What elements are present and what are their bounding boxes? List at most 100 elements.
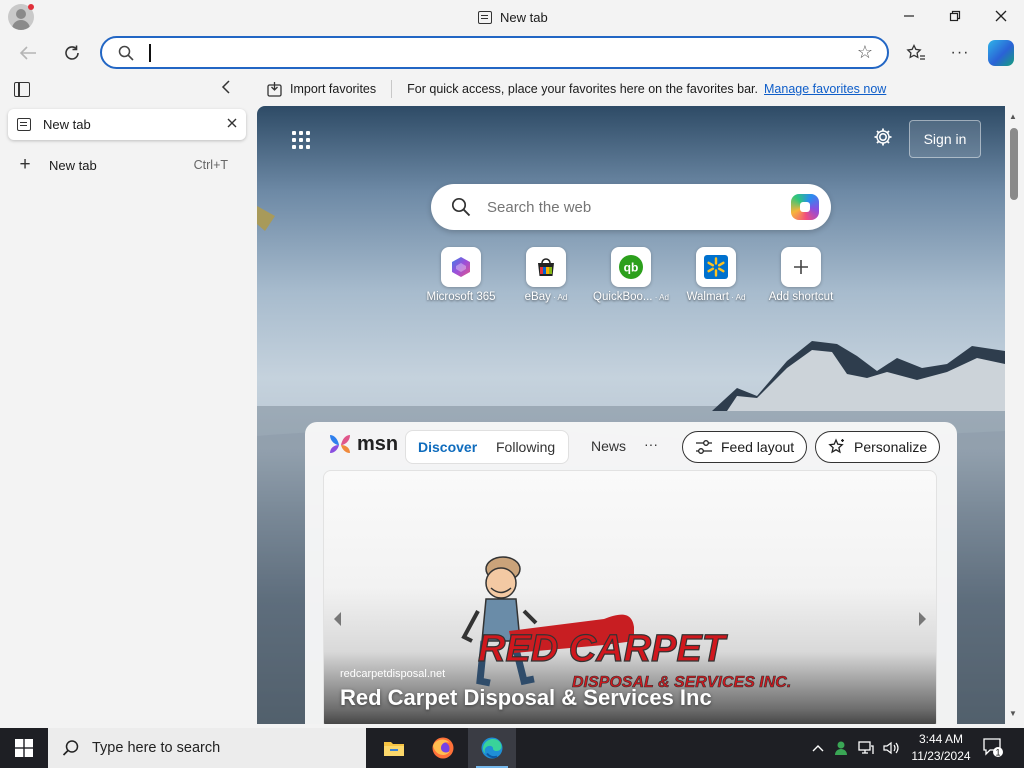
- favorites-bar: Import favorites For quick access, place…: [257, 75, 1024, 103]
- address-input[interactable]: [148, 44, 828, 62]
- tab-discover[interactable]: Discover: [418, 439, 477, 455]
- scrollbar-thumb[interactable]: [1010, 128, 1018, 200]
- import-favorites-button[interactable]: Import favorites: [267, 80, 393, 98]
- network-icon[interactable]: [858, 741, 874, 755]
- svg-text:1: 1: [995, 748, 1000, 758]
- favorites-bar-message: For quick access, place your favorites h…: [407, 82, 759, 96]
- carousel-next-button[interactable]: [912, 611, 932, 635]
- plus-icon: [794, 260, 808, 274]
- shortcut-ebay[interactable]: eBay · Ad: [503, 247, 589, 307]
- network-user-icon[interactable]: [833, 740, 849, 756]
- feed-layout-button[interactable]: Feed layout: [682, 431, 808, 463]
- svg-text:qb: qb: [624, 261, 639, 275]
- close-icon: [227, 118, 237, 128]
- manage-favorites-link[interactable]: Manage favorites now: [764, 82, 886, 96]
- shortcut-label: QuickBoo...: [593, 291, 653, 303]
- msn-logo[interactable]: msn: [327, 432, 398, 456]
- window-title-text: New tab: [500, 9, 548, 25]
- system-tray: [812, 728, 901, 768]
- address-bar[interactable]: ☆: [100, 36, 889, 69]
- caret-left-icon: [334, 612, 341, 626]
- folder-icon: [384, 742, 404, 756]
- tab-page-icon: [17, 118, 31, 131]
- scroll-down-arrow-icon[interactable]: ▼: [1009, 709, 1017, 718]
- scroll-up-arrow-icon[interactable]: ▲: [1009, 112, 1017, 121]
- favorites-star-list-icon: [906, 44, 925, 60]
- restore-button[interactable]: [932, 4, 978, 28]
- favorites-button[interactable]: [901, 38, 931, 68]
- walmart-icon: [704, 255, 728, 279]
- shortcut-label: Microsoft 365: [426, 291, 496, 303]
- taskbar-clock[interactable]: 3:44 AM 11/23/2024: [904, 731, 978, 765]
- shortcut-label: Walmart: [686, 291, 729, 303]
- new-tab-button[interactable]: + New tab Ctrl+T: [8, 150, 246, 180]
- start-button[interactable]: [0, 728, 48, 768]
- msn-butterfly-icon: [330, 435, 350, 453]
- shortcut-label: Add shortcut: [768, 291, 834, 303]
- sign-in-button[interactable]: Sign in: [909, 120, 981, 158]
- refresh-button[interactable]: [57, 38, 87, 68]
- copilot-icon[interactable]: [988, 40, 1014, 66]
- card-title[interactable]: Red Carpet Disposal & Services Inc: [340, 685, 712, 711]
- microsoft365-icon: [452, 257, 470, 277]
- refresh-icon: [65, 45, 79, 60]
- vertical-tab-new-tab[interactable]: New tab: [8, 109, 246, 140]
- msn-feed: msn Discover Following News ··· Feed lay…: [305, 422, 957, 724]
- shortcut-quickbooks[interactable]: qb QuickBoo... · Ad: [588, 247, 674, 307]
- back-arrow-icon: [19, 46, 36, 60]
- chevron-up-icon[interactable]: [812, 744, 824, 752]
- collapse-pane-button[interactable]: [221, 80, 231, 99]
- text-caret: [149, 44, 151, 62]
- clock-date: 11/23/2024: [911, 749, 971, 763]
- restore-icon: [949, 10, 961, 22]
- tab-page-icon: [478, 10, 492, 24]
- edge-icon: [481, 737, 503, 759]
- vertical-tab-label: New tab: [43, 117, 91, 132]
- shortcut-microsoft-365[interactable]: Microsoft 365: [418, 247, 504, 307]
- apps-grid-icon[interactable]: [292, 131, 310, 149]
- shortcut-label: eBay: [524, 291, 551, 303]
- back-button[interactable]: [13, 38, 43, 68]
- search-icon: [451, 197, 471, 217]
- window-title: New tab: [478, 8, 548, 26]
- web-search-box[interactable]: [431, 184, 831, 230]
- tab-actions-menu-icon[interactable]: [14, 82, 30, 97]
- svg-text:RED CARPET: RED CARPET: [478, 628, 728, 670]
- feed-hero-card[interactable]: RED CARPET DISPOSAL & SERVICES INC. redc…: [323, 470, 937, 724]
- gear-icon: [874, 128, 892, 146]
- close-tab-button[interactable]: [227, 115, 237, 132]
- add-shortcut-button[interactable]: Add shortcut: [758, 247, 844, 307]
- new-tab-label: New tab: [49, 157, 97, 173]
- clock-time: 3:44 AM: [918, 732, 964, 746]
- volume-icon[interactable]: [883, 741, 901, 755]
- red-carpet-logo-image: RED CARPET DISPOSAL & SERVICES INC.: [461, 556, 792, 691]
- more-tabs-button[interactable]: ···: [644, 436, 658, 452]
- feed-tab-group: Discover Following: [405, 430, 569, 464]
- carousel-prev-button[interactable]: [328, 611, 348, 635]
- notification-icon: 1: [983, 738, 1003, 758]
- close-icon: [995, 10, 1007, 22]
- new-tab-shortcut: Ctrl+T: [193, 158, 228, 172]
- shortcut-walmart[interactable]: Walmart · Ad: [673, 247, 759, 307]
- taskbar-search-box[interactable]: Type here to search: [48, 728, 366, 768]
- more-dots-icon: ···: [950, 44, 970, 61]
- copilot-search-icon[interactable]: [791, 194, 819, 220]
- taskbar-search-placeholder: Type here to search: [92, 740, 221, 756]
- search-icon: [118, 45, 134, 61]
- minimize-button[interactable]: [886, 4, 932, 28]
- page-scrollbar[interactable]: ▲ ▼: [1005, 106, 1024, 724]
- close-window-button[interactable]: [978, 4, 1024, 28]
- web-search-input[interactable]: [487, 198, 777, 216]
- taskbar-firefox[interactable]: [419, 728, 467, 768]
- tab-following[interactable]: Following: [496, 439, 555, 455]
- tab-news[interactable]: News: [591, 438, 626, 454]
- taskbar-edge-active[interactable]: [468, 728, 516, 768]
- personalize-button[interactable]: Personalize: [815, 431, 941, 463]
- taskbar-file-explorer[interactable]: [370, 728, 418, 768]
- add-favorite-star-icon[interactable]: ☆: [857, 42, 873, 63]
- settings-more-button[interactable]: ···: [945, 38, 975, 68]
- page-settings-gear-icon[interactable]: [870, 126, 896, 152]
- card-source: redcarpetdisposal.net: [340, 668, 446, 680]
- notification-center-button[interactable]: 1: [982, 736, 1004, 758]
- quickbooks-icon: qb: [619, 255, 643, 279]
